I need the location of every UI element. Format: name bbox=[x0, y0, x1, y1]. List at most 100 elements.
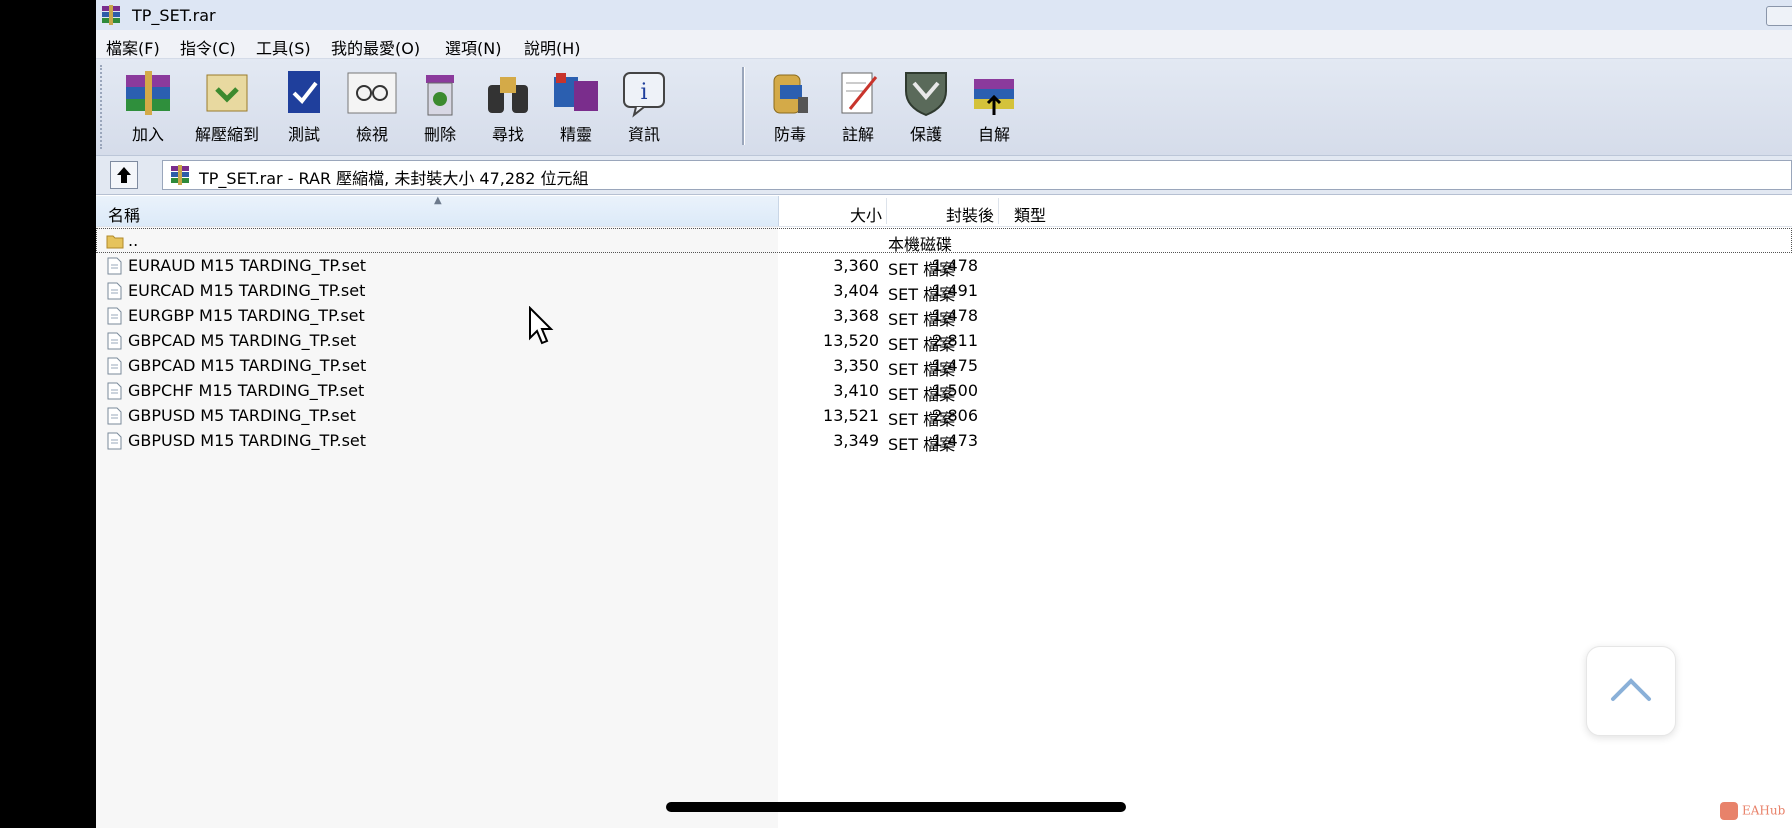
file-list[interactable]: 名稱 ▲ 大小 封裝後 類型 .. 本機磁碟 EURAUD M15 TARDIN… bbox=[96, 195, 1792, 828]
svg-text:i: i bbox=[640, 80, 647, 105]
extract-icon bbox=[206, 74, 248, 112]
shield-icon bbox=[905, 72, 947, 117]
file-type: SET 檔案 bbox=[888, 385, 956, 404]
info-label: 資訊 bbox=[627, 125, 660, 144]
find-label: 尋找 bbox=[491, 125, 524, 144]
file-size: 3,410 bbox=[833, 381, 879, 400]
up-folder-icon bbox=[117, 167, 131, 183]
column-divider[interactable] bbox=[998, 198, 999, 224]
delete-icon bbox=[426, 75, 454, 116]
find-icon bbox=[488, 77, 528, 113]
scroll-to-top-button[interactable] bbox=[1586, 646, 1676, 736]
file-name: GBPCAD M5 TARDING_TP.set bbox=[128, 331, 357, 350]
menu-file[interactable]: 檔案(F) bbox=[106, 35, 160, 59]
info-button[interactable]: i 資訊 bbox=[608, 63, 680, 151]
file-type: SET 檔案 bbox=[888, 285, 956, 304]
add-button[interactable]: 加入 bbox=[112, 63, 184, 151]
menu-options[interactable]: 選項(N) bbox=[445, 35, 501, 59]
address-bar: TP_SET.rar - RAR 壓縮檔, 未封裝大小 47,282 位元組 bbox=[96, 156, 1792, 195]
file-type: SET 檔案 bbox=[888, 360, 956, 379]
address-field[interactable]: TP_SET.rar - RAR 壓縮檔, 未封裝大小 47,282 位元組 bbox=[162, 160, 1792, 190]
test-button[interactable]: 測試 bbox=[268, 63, 340, 151]
add-label: 加入 bbox=[131, 125, 164, 144]
menu-help[interactable]: 說明(H) bbox=[524, 35, 581, 59]
file-size: 13,520 bbox=[823, 331, 879, 350]
up-folder-button[interactable] bbox=[110, 161, 138, 189]
address-text: TP_SET.rar - RAR 壓縮檔, 未封裝大小 47,282 位元組 bbox=[199, 169, 589, 188]
column-name-label: 名稱 bbox=[108, 206, 141, 225]
file-icon bbox=[107, 307, 122, 325]
table-row[interactable]: GBPUSD M5 TARDING_TP.set 13,521 2,806 SE… bbox=[96, 403, 1792, 429]
file-size: 3,349 bbox=[833, 431, 879, 450]
file-name: GBPCHF M15 TARDING_TP.set bbox=[128, 381, 365, 400]
delete-label: 刪除 bbox=[423, 125, 456, 144]
menu-commands[interactable]: 指令(C) bbox=[180, 35, 236, 59]
virus-scan-icon bbox=[773, 74, 808, 114]
toolbar-grip[interactable] bbox=[100, 65, 106, 149]
delete-button[interactable]: 刪除 bbox=[404, 63, 476, 151]
file-size: 3,404 bbox=[833, 281, 879, 300]
table-row[interactable]: EURGBP M15 TARDING_TP.set 3,368 1,478 SE… bbox=[96, 303, 1792, 329]
sfx-button[interactable]: 自解 bbox=[958, 63, 1030, 151]
table-row[interactable]: GBPCHF M15 TARDING_TP.set 3,410 1,500 SE… bbox=[96, 378, 1792, 404]
file-icon bbox=[107, 407, 122, 425]
parent-folder-row[interactable]: .. 本機磁碟 bbox=[96, 228, 1792, 254]
window-title: TP_SET.rar bbox=[132, 6, 216, 25]
title-bar[interactable]: TP_SET.rar bbox=[96, 0, 1792, 31]
info-icon: i bbox=[623, 72, 665, 118]
file-icon bbox=[107, 382, 122, 400]
column-header-name[interactable]: 名稱 ▲ bbox=[96, 195, 779, 226]
file-size: 3,360 bbox=[833, 256, 879, 275]
file-size: 3,350 bbox=[833, 356, 879, 375]
table-row[interactable]: GBPCAD M5 TARDING_TP.set 13,520 2,811 SE… bbox=[96, 328, 1792, 354]
file-type: SET 檔案 bbox=[888, 310, 956, 329]
folder-icon bbox=[106, 235, 124, 249]
column-header-size[interactable]: 大小 bbox=[850, 202, 882, 226]
menu-favorites[interactable]: 我的最愛(O) bbox=[331, 35, 420, 59]
file-name: EURGBP M15 TARDING_TP.set bbox=[128, 306, 365, 325]
file-type: SET 檔案 bbox=[888, 435, 956, 454]
toolbar-separator bbox=[742, 67, 745, 145]
file-name: EURCAD M15 TARDING_TP.set bbox=[128, 281, 366, 300]
test-icon bbox=[288, 71, 320, 113]
chevron-up-icon bbox=[1611, 678, 1651, 701]
toolbar: 加入 解壓縮到 測試 檢視 刪除 尋找 精靈 i 資訊 防毒 註解 保護 自解 bbox=[96, 59, 1792, 156]
column-header: 名稱 ▲ 大小 封裝後 類型 bbox=[96, 195, 1792, 227]
view-button[interactable]: 檢視 bbox=[336, 63, 408, 151]
file-icon bbox=[107, 282, 122, 300]
column-header-type[interactable]: 類型 bbox=[1014, 202, 1046, 226]
table-row[interactable]: EURCAD M15 TARDING_TP.set 3,404 1,491 SE… bbox=[96, 278, 1792, 304]
minimize-button[interactable] bbox=[1766, 6, 1792, 26]
file-type: SET 檔案 bbox=[888, 335, 956, 354]
table-row[interactable]: GBPUSD M15 TARDING_TP.set 3,349 1,473 SE… bbox=[96, 428, 1792, 454]
protect-button[interactable]: 保護 bbox=[890, 63, 962, 151]
file-size: 13,521 bbox=[823, 406, 879, 425]
sfx-label: 自解 bbox=[977, 125, 1010, 144]
virus-scan-button[interactable]: 防毒 bbox=[754, 63, 826, 151]
file-icon bbox=[107, 332, 122, 350]
file-type: SET 檔案 bbox=[888, 260, 956, 279]
parent-folder-name: .. bbox=[128, 231, 139, 250]
sfx-icon bbox=[974, 79, 1014, 115]
column-divider[interactable] bbox=[886, 198, 887, 224]
watermark-text: EAHub bbox=[1742, 803, 1786, 818]
comment-label: 註解 bbox=[841, 125, 874, 144]
sort-ascending-icon: ▲ bbox=[434, 195, 442, 206]
view-label: 檢視 bbox=[355, 125, 388, 144]
menu-bar: 檔案(F) 指令(C) 工具(S) 我的最愛(O) 選項(N) 說明(H) bbox=[96, 30, 1792, 59]
comment-button[interactable]: 註解 bbox=[822, 63, 894, 151]
extract-to-button[interactable]: 解壓縮到 bbox=[188, 63, 266, 151]
view-icon bbox=[347, 72, 397, 114]
column-header-packed[interactable]: 封裝後 bbox=[946, 202, 994, 226]
test-label: 測試 bbox=[287, 125, 320, 144]
winrar-window: TP_SET.rar 檔案(F) 指令(C) 工具(S) 我的最愛(O) 選項(… bbox=[96, 0, 1792, 828]
watermark: EAHub bbox=[1720, 802, 1785, 820]
menu-tools[interactable]: 工具(S) bbox=[256, 35, 311, 59]
table-row[interactable]: EURAUD M15 TARDING_TP.set 3,360 1,478 SE… bbox=[96, 253, 1792, 279]
home-indicator[interactable] bbox=[666, 802, 1126, 812]
find-button[interactable]: 尋找 bbox=[472, 63, 544, 151]
mouse-cursor-icon bbox=[529, 306, 554, 345]
wizard-button[interactable]: 精靈 bbox=[540, 63, 612, 151]
extract-to-label: 解壓縮到 bbox=[194, 125, 259, 144]
table-row[interactable]: GBPCAD M15 TARDING_TP.set 3,350 1,475 SE… bbox=[96, 353, 1792, 379]
